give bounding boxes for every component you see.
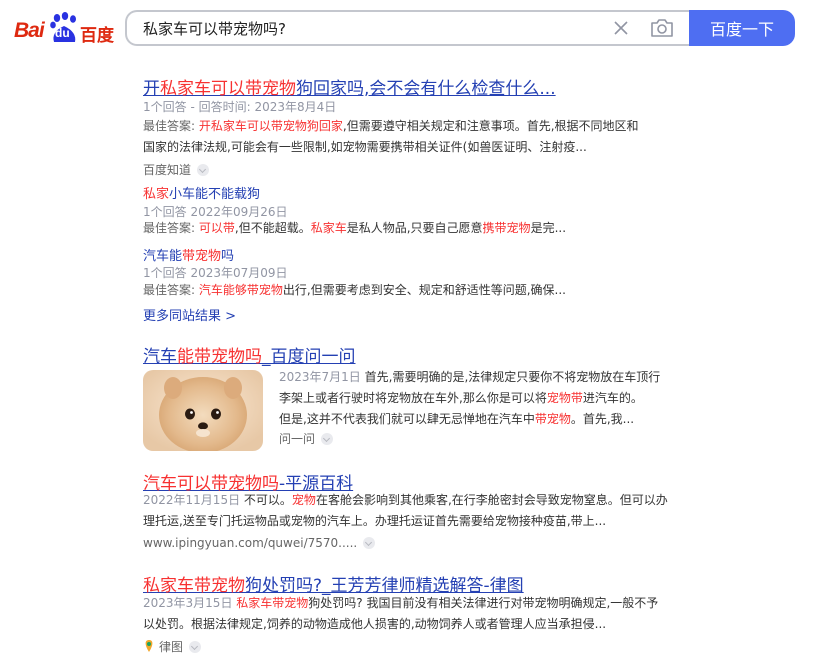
- result-meta: 1个回答 - 回答时间: 2023年8月4日: [143, 100, 337, 114]
- search-box: [125, 10, 689, 46]
- title-text: _百度问一问: [262, 347, 356, 367]
- title-highlight: 能带宠物吗: [177, 347, 262, 367]
- camera-icon[interactable]: [649, 16, 675, 40]
- source-name[interactable]: 百度知道: [143, 163, 191, 177]
- snippet-text: 理托运,送至专门托运物品或宠物的汽车上。办理托运证首先需要给宠物接种疫苗,带上.…: [143, 514, 607, 528]
- snippet-text: 出行,但需要考虑到安全、规定和舒适性等问题,确保...: [282, 283, 566, 297]
- title-highlight: 带宠物: [182, 249, 222, 264]
- search-input[interactable]: [141, 18, 585, 38]
- snippet-highlight: 宠物: [291, 493, 316, 507]
- title-highlight: 私家: [143, 187, 170, 202]
- result-source: 律图: [143, 638, 202, 655]
- chevron-down-icon[interactable]: [363, 537, 376, 549]
- result-title[interactable]: 汽车能带宠物吗_百度问一问: [143, 342, 356, 367]
- snippet-highlight: 宠物带: [546, 391, 583, 405]
- snippet-highlight: 开私家车可以带宠物狗回家: [198, 119, 343, 133]
- snippet-text: 是私人物品,只要自己愿意: [346, 221, 483, 235]
- result-date: 2023年7月1日: [279, 370, 361, 384]
- result-snippet: 最佳答案: 开私家车可以带宠物狗回家,但需要遵守相关规定和注意事项。首先,根据不…: [143, 116, 683, 158]
- source-name[interactable]: 问一问: [279, 432, 315, 446]
- snippet-text: 不可以。: [240, 493, 292, 507]
- result-date: 2023年3月15日: [143, 596, 233, 610]
- snippet-highlight: 带宠物: [534, 412, 571, 426]
- result-date: 2022年11月15日: [143, 493, 241, 507]
- source-name[interactable]: 律图: [159, 640, 183, 654]
- snippet-highlight: 汽车能够带宠物: [198, 283, 283, 297]
- title-text: 汽车: [143, 347, 177, 367]
- chevron-down-icon[interactable]: [321, 433, 334, 445]
- result-url: www.ipingyuan.com/quwei/7570.....: [143, 536, 376, 550]
- baidu-logo[interactable]: Bai du 百度: [14, 12, 114, 48]
- url-text[interactable]: www.ipingyuan.com/quwei/7570.....: [143, 536, 357, 550]
- snippet-text: 在客舱会影响到其他乘客,在行李舱密封会导致宠物窒息。但可以办: [315, 493, 668, 507]
- title-text: 狗回家吗,会不会有什么检查什么...: [296, 79, 556, 99]
- title-text: 汽车能: [143, 249, 183, 264]
- snippet-highlight: 携带宠物: [482, 221, 531, 235]
- result-snippet: 2022年11月15日 不可以。宠物在客舱会影响到其他乘客,在行李舱密封会导致宠…: [143, 490, 683, 532]
- snippet-text: ,但不能超载。: [234, 221, 311, 235]
- chevron-down-icon[interactable]: [189, 641, 202, 653]
- snippet-text: 李架上或者行驶时将宠物放在车外,那么你是可以将: [279, 391, 547, 405]
- result-title[interactable]: 开私家车可以带宠物狗回家吗,会不会有什么检查什么...: [143, 74, 556, 99]
- more-site-results-link[interactable]: 更多同站结果 >: [143, 305, 236, 324]
- snippet-highlight: 私家车带宠物: [236, 596, 309, 610]
- chevron-down-icon[interactable]: [197, 164, 210, 176]
- snippet-text: 以处罚。根据法律规定,饲养的动物造成他人损害的,动物饲养人或者管理人应当承担侵.…: [143, 617, 607, 631]
- result-source: 百度知道: [143, 161, 210, 178]
- snippet-text: 。首先,我...: [570, 412, 635, 426]
- logo-bai-text: Bai: [14, 19, 45, 42]
- sub-result-title[interactable]: 汽车能带宠物吗: [143, 245, 234, 264]
- sub-result-snippet: 最佳答案: 可以带,但不能超载。私家车是私人物品,只要自己愿意携带宠物是完...: [143, 218, 566, 239]
- logo-chinese-text: 百度: [80, 26, 114, 46]
- snippet-prefix: 最佳答案:: [143, 283, 199, 297]
- snippet-text: 国家的法律法规,可能会有一些限制,如宠物需要携带相关证件(如兽医证明、注射疫..…: [143, 140, 587, 154]
- snippet-text: 是完...: [530, 221, 567, 235]
- snippet-highlight: 可以带: [198, 221, 235, 235]
- title-text: 小车能不能载狗: [169, 187, 261, 202]
- logo-du-text: du: [55, 26, 70, 40]
- sub-result-snippet: 最佳答案: 汽车能够带宠物出行,但需要考虑到安全、规定和舒适性等问题,确保...: [143, 280, 566, 301]
- snippet-prefix: 最佳答案:: [143, 119, 199, 133]
- sub-result-meta: 1个回答 2023年07月09日: [143, 266, 288, 280]
- result-snippet: 2023年3月15日 私家车带宠物狗处罚吗? 我国目前没有相关法律进行对带宠物明…: [143, 593, 683, 635]
- result-snippet: 2023年7月1日 首先,需要明确的是,法律规定只要你不将宠物放在车顶行 李架上…: [279, 367, 679, 430]
- sub-result-title[interactable]: 私家小车能不能载狗: [143, 183, 260, 202]
- snippet-text: 进汽车的。: [582, 391, 643, 405]
- snippet-text: 但是,这并不代表我们就可以肆无忌惮地在汽车中: [279, 412, 535, 426]
- snippet-prefix: 最佳答案:: [143, 221, 199, 235]
- title-text: 开: [143, 79, 160, 99]
- snippet-text: 狗处罚吗? 我国目前没有相关法律进行对带宠物明确规定,一般不予: [308, 596, 659, 610]
- snippet-text: ,但需要遵守相关规定和注意事项。首先,根据不同地区和: [342, 119, 639, 133]
- title-highlight: 私家车可以带宠物: [160, 79, 296, 99]
- title-text: 吗: [221, 249, 235, 264]
- pomeranian-dog-thumbnail[interactable]: [143, 370, 263, 451]
- lvtu-logo-icon: [145, 640, 153, 652]
- clear-icon[interactable]: [611, 18, 631, 38]
- snippet-highlight: 私家车: [310, 221, 347, 235]
- search-button[interactable]: 百度一下: [689, 10, 795, 46]
- result-source: 问一问: [279, 430, 334, 447]
- snippet-text: 首先,需要明确的是,法律规定只要你不将宠物放在车顶行: [360, 370, 661, 384]
